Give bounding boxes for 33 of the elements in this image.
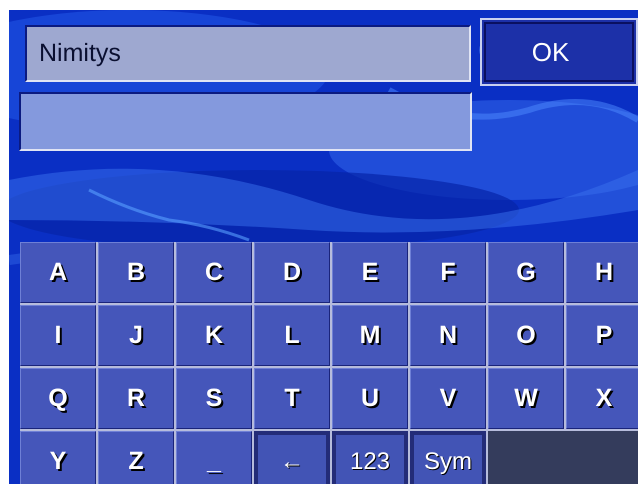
ok-button[interactable]: OK: [480, 18, 638, 86]
keyboard-key[interactable]: R: [98, 368, 174, 429]
keyboard-key[interactable]: P: [566, 305, 638, 366]
keyboard-key[interactable]: I: [20, 305, 96, 366]
title-field: Nimitys: [25, 25, 471, 82]
keyboard-key[interactable]: F: [410, 242, 486, 303]
keyboard-key[interactable]: V: [410, 368, 486, 429]
keyboard-key[interactable]: C: [176, 242, 252, 303]
keyboard-key[interactable]: N: [410, 305, 486, 366]
keyboard-key[interactable]: ←: [254, 431, 330, 484]
keyboard-key[interactable]: G: [488, 242, 564, 303]
keyboard-key[interactable]: L: [254, 305, 330, 366]
keyboard-key[interactable]: Z: [98, 431, 174, 484]
keyboard-key[interactable]: E: [332, 242, 408, 303]
keyboard-key[interactable]: J: [98, 305, 174, 366]
input-field[interactable]: [19, 92, 472, 151]
keyboard-key[interactable]: H: [566, 242, 638, 303]
keyboard-key[interactable]: O: [488, 305, 564, 366]
keyboard-key[interactable]: A: [20, 242, 96, 303]
keyboard-key[interactable]: W: [488, 368, 564, 429]
keyboard-key[interactable]: _: [176, 431, 252, 484]
keyboard-key[interactable]: 123: [332, 431, 408, 484]
keyboard-key[interactable]: D: [254, 242, 330, 303]
keyboard-key[interactable]: S: [176, 368, 252, 429]
keyboard-key[interactable]: Y: [20, 431, 96, 484]
keyboard-key[interactable]: M: [332, 305, 408, 366]
keyboard-key[interactable]: U: [332, 368, 408, 429]
keyboard-key[interactable]: T: [254, 368, 330, 429]
keyboard-key[interactable]: B: [98, 242, 174, 303]
keyboard-key[interactable]: X: [566, 368, 638, 429]
keyboard-key[interactable]: Q: [20, 368, 96, 429]
keyboard-key[interactable]: K: [176, 305, 252, 366]
keyboard-key[interactable]: Sym: [410, 431, 486, 484]
